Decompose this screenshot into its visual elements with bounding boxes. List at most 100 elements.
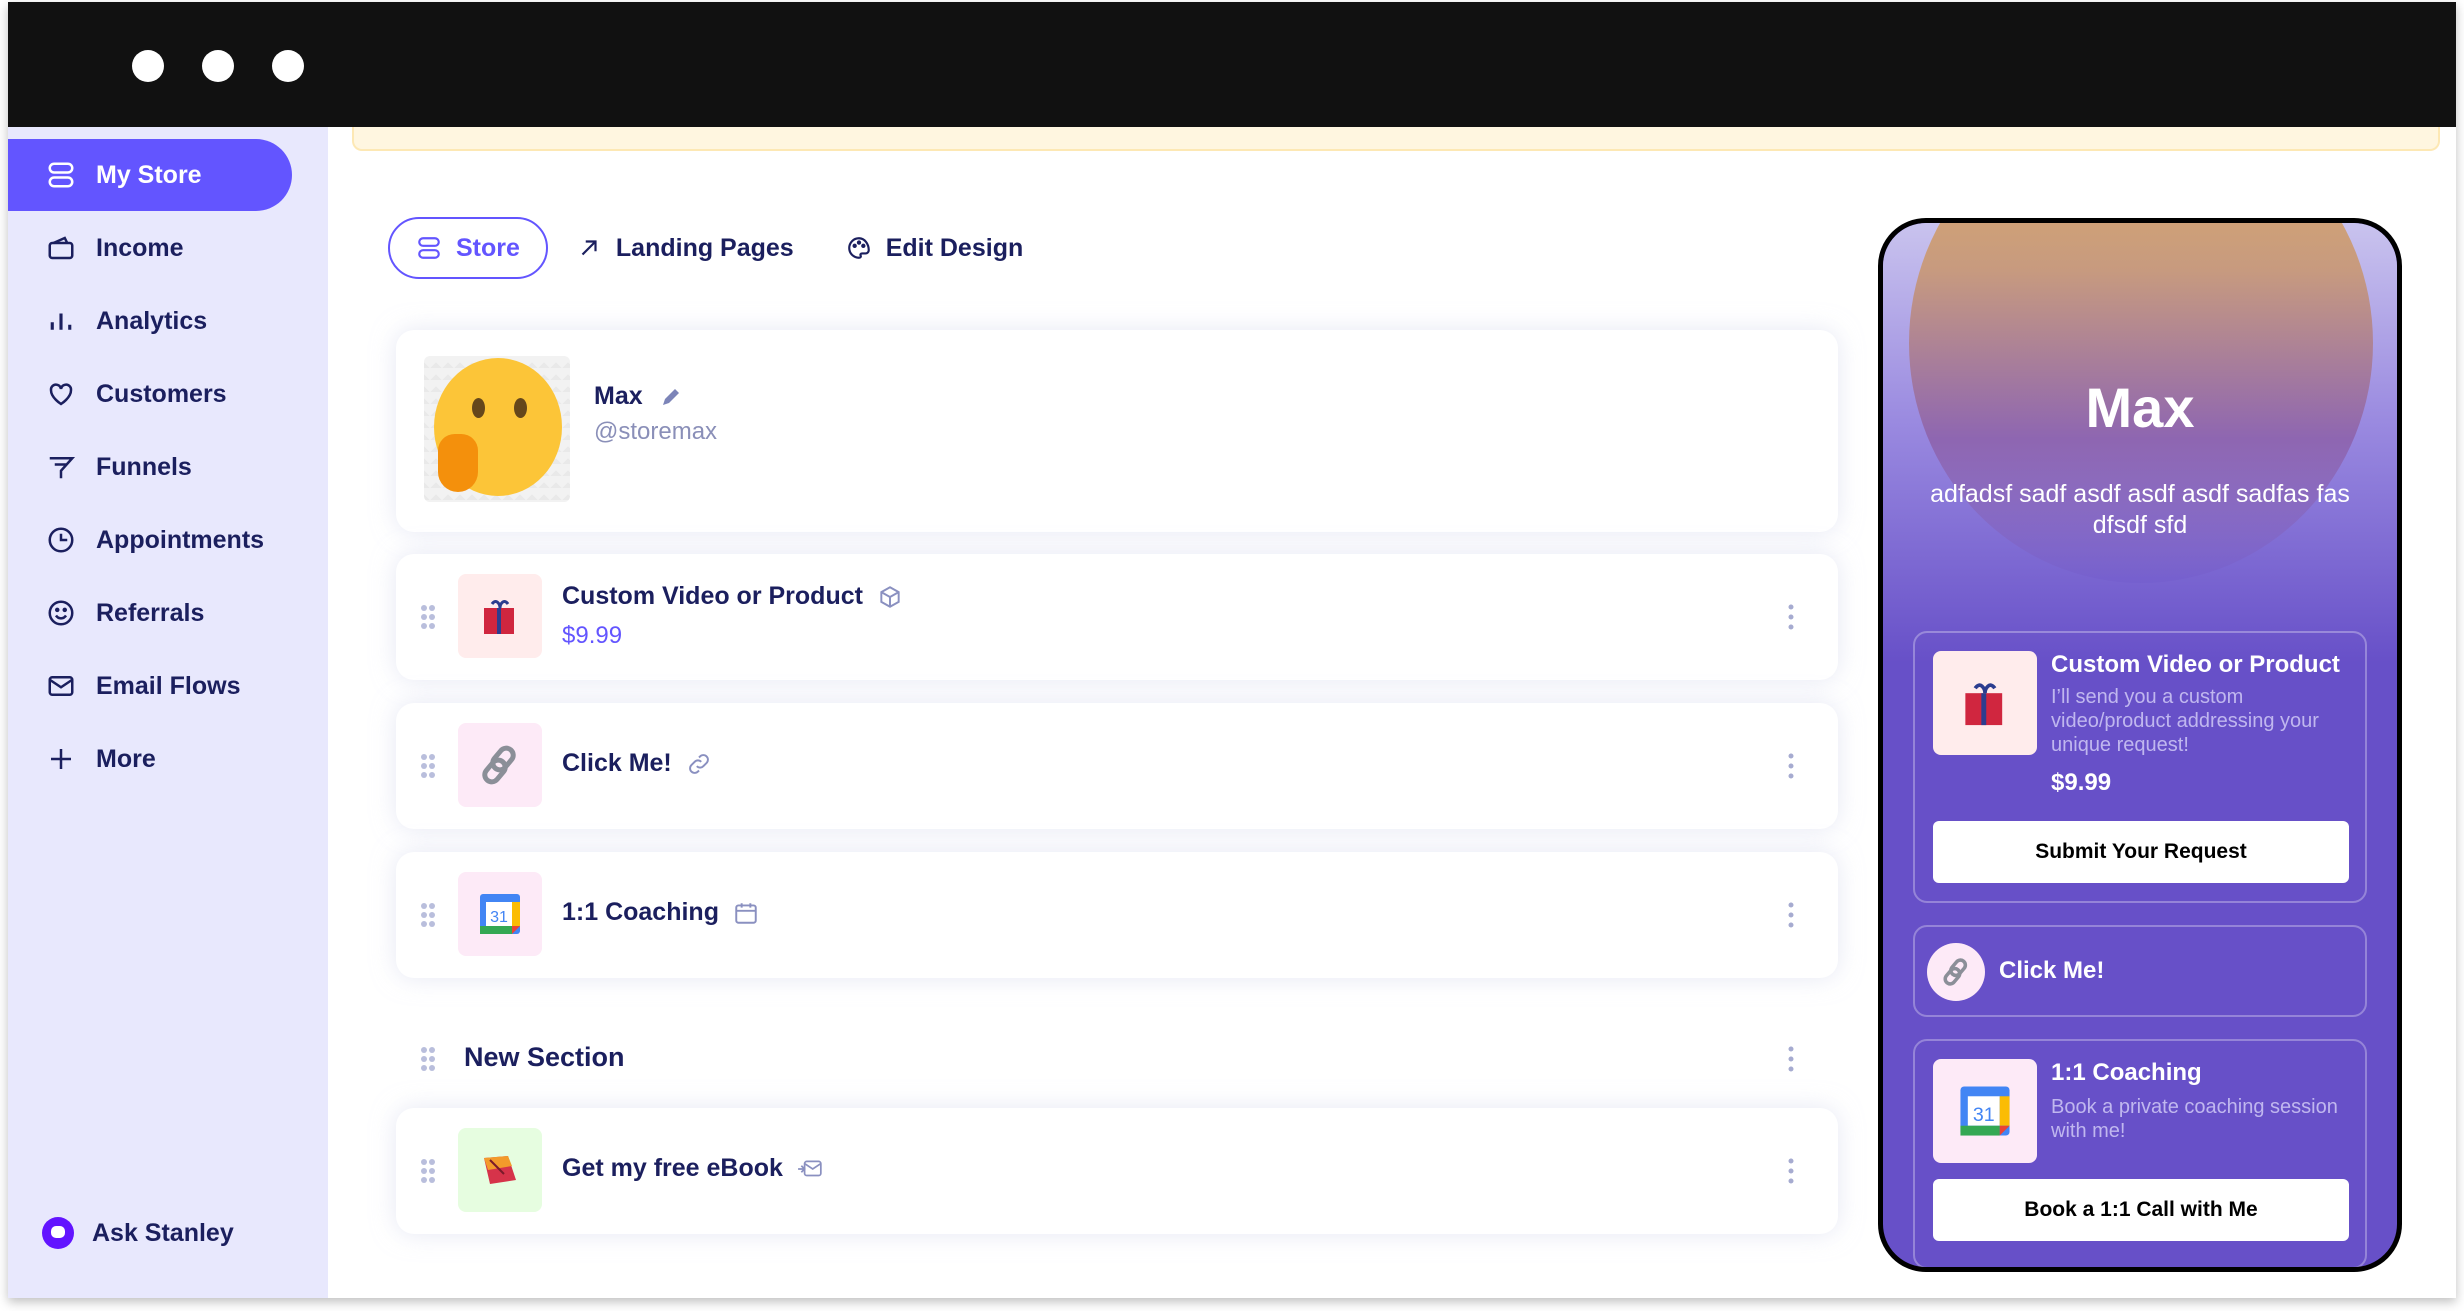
sidebar-item-label: Referrals [96,598,205,627]
product-row[interactable]: Custom Video or Product $9.99 [396,554,1838,680]
store-icon [418,237,440,259]
sidebar-item-referrals[interactable]: Referrals [8,577,292,649]
sidebar-item-label: Funnels [96,452,192,481]
window-control-dot[interactable] [272,50,304,82]
sidebar-item-my-store[interactable]: My Store [8,139,292,211]
product-title: Get my free eBook [562,1154,823,1183]
calendar-icon [735,902,757,924]
store-preview-phone: Max adfadsf sadf asdf asdf asdf sadfas f… [1878,218,2402,1272]
sidebar-item-label: Email Flows [96,671,241,700]
palette-icon [847,237,870,259]
more-options-icon[interactable] [1788,902,1794,928]
drag-handle-icon[interactable] [420,1158,436,1184]
preview-product-description: I’ll send you a custom video/product add… [2051,686,2319,756]
sidebar-item-label: Customers [96,379,227,408]
preview-link-card[interactable]: Click Me! [1913,925,2367,1017]
sidebar-item-funnels[interactable]: Funnels [8,431,292,503]
preview-product-card[interactable]: Custom Video or Product I’ll send you a … [1913,631,2367,903]
submit-request-button[interactable]: Submit Your Request [1933,821,2349,883]
arrow-up-right-icon [581,240,597,256]
notice-banner [352,127,2440,151]
gift-emoji [458,574,542,658]
book-call-button[interactable]: Book a 1:1 Call with Me [1933,1179,2349,1241]
product-row[interactable]: Click Me! [396,703,1838,829]
pencil-icon[interactable] [659,385,683,409]
tab-label: Landing Pages [615,233,794,262]
drag-handle-icon[interactable] [420,604,436,630]
link-icon [688,753,709,774]
window-control-dot[interactable] [202,50,234,82]
preview-coaching-title: 1:1 Coaching [2051,1059,2202,1086]
preview-hero: Max adfadsf sadf asdf asdf asdf sadfas f… [1883,223,2397,663]
sidebar-item-more[interactable]: More [8,723,292,795]
ask-stanley-button[interactable]: Ask Stanley [42,1217,234,1249]
store-tabs: Store Landing Pages Edit Design [388,217,1075,279]
tab-store[interactable]: Store [388,217,548,279]
heart-icon [49,383,73,406]
preview-product-title: Custom Video or Product [2051,651,2340,678]
product-row[interactable]: 31 1:1 Coaching [396,852,1838,978]
profile-handle: @storemax [594,418,718,445]
product-title: Click Me! [562,749,712,778]
preview-coaching-card[interactable]: 31 1:1 Coaching Book a private coaching … [1913,1039,2367,1267]
tab-landing-pages[interactable]: Landing Pages [576,217,794,279]
funnel-icon [49,457,76,479]
wallet-icon [48,236,74,260]
drag-handle-icon[interactable] [420,753,436,779]
robot-icon [42,1217,74,1249]
drag-handle-icon[interactable] [420,902,436,928]
google-calendar-logo: 31 [458,872,542,956]
profile-card[interactable]: Max @storemax [396,330,1838,532]
link-emoji [458,723,542,807]
product-title: Custom Video or Product [562,582,903,611]
box-icon [880,585,900,608]
preview-name: Max [2085,376,2195,439]
sidebar-item-label: My Store [96,160,202,189]
sidebar: My Store Income Analytics Customers Funn… [8,127,328,1298]
preview-link-title: Click Me! [1999,957,2105,984]
sidebar-item-income[interactable]: Income [8,212,292,284]
plus-icon [51,749,71,769]
mail-in-icon [798,1160,822,1176]
ask-stanley-label: Ask Stanley [92,1218,234,1247]
app-window: My Store Income Analytics Customers Funn… [8,2,2456,1298]
google-calendar-logo: 31 [1933,1059,2037,1163]
sidebar-item-email-flows[interactable]: Email Flows [8,650,292,722]
mail-icon [48,676,74,696]
sidebar-item-label: More [96,744,156,773]
sidebar-item-appointments[interactable]: Appointments [8,504,292,576]
profile-name: Max [594,382,683,411]
window-titlebar [8,2,2456,127]
clock-icon [48,527,74,553]
book-emoji [458,1128,542,1212]
link-emoji [1927,943,1985,1001]
gift-emoji [1933,651,2037,755]
more-options-icon[interactable] [1788,1046,1794,1072]
more-options-icon[interactable] [1788,604,1794,630]
bar-chart-icon [50,313,72,330]
window-control-dot[interactable] [132,50,164,82]
drag-handle-icon[interactable] [420,1046,436,1072]
store-icon [48,162,74,188]
sidebar-item-label: Analytics [96,306,208,335]
svg-text:31: 31 [490,909,508,926]
smiley-icon [48,600,74,626]
avatar[interactable] [424,356,570,502]
product-row[interactable]: Get my free eBook [396,1108,1838,1234]
tab-label: Edit Design [885,233,1024,262]
preview-bio: adfadsf sadf asdf asdf asdf sadfas fas d… [1930,480,2350,539]
preview-product-price: $9.99 [2051,769,2112,796]
tab-label: Store [456,233,520,262]
sidebar-item-customers[interactable]: Customers [8,358,292,430]
sidebar-item-label: Appointments [96,525,265,554]
preview-coaching-description: Book a private coaching session with me! [2051,1096,2338,1142]
tab-edit-design[interactable]: Edit Design [846,217,1024,279]
sidebar-item-analytics[interactable]: Analytics [8,285,292,357]
sidebar-item-label: Income [96,233,184,262]
section-header[interactable]: New Section [396,1028,1838,1088]
product-title: 1:1 Coaching [562,898,759,927]
more-options-icon[interactable] [1788,1158,1794,1184]
more-options-icon[interactable] [1788,753,1794,779]
svg-text:31: 31 [1973,1104,1995,1126]
thinking-hand [438,434,478,492]
